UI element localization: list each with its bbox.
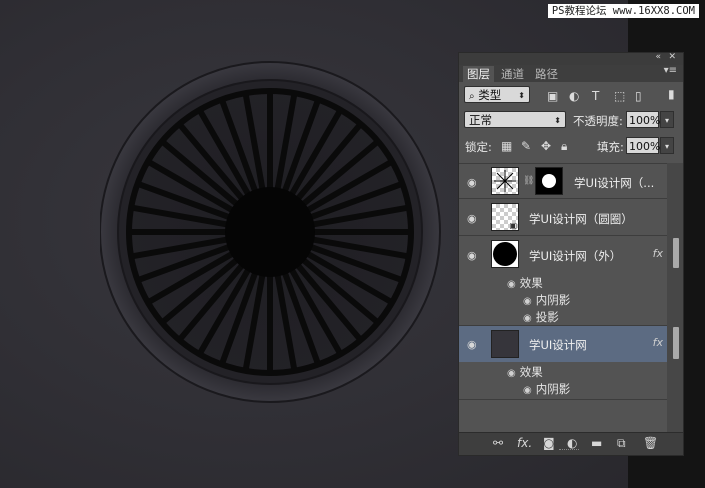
tab-layers[interactable]: 图层 <box>463 66 494 82</box>
layer-name: 学UI设计网 <box>529 338 587 352</box>
mask-circle-icon <box>542 174 556 188</box>
spokes-thumbnail-icon <box>494 170 516 192</box>
effects-row[interactable]: ◉ 效果 <box>507 275 543 291</box>
filter-row: ⌕ 类型 ⬍ ▣ ◐ T ⬚ ▯ ▮ <box>459 86 683 106</box>
layer-name: 学UI设计网（圆圈） <box>529 212 633 226</box>
watermark-text: PS教程论坛 www.16XX8.COM <box>547 4 699 18</box>
blend-mode-value: 正常 <box>469 113 492 127</box>
double-chevron-icon[interactable]: « <box>655 52 661 62</box>
scroll-marker[interactable] <box>673 238 679 268</box>
lock-image-icon[interactable]: ✎ <box>521 139 531 153</box>
opacity-slider-arrow-icon[interactable]: ▾ <box>660 111 674 128</box>
dropdown-arrow-icon: ⬍ <box>518 91 525 100</box>
visibility-eye-icon[interactable]: ◉ <box>523 313 532 324</box>
add-style-fx-icon[interactable]: fx. <box>517 436 532 450</box>
lock-position-icon[interactable]: ✥ <box>541 139 551 153</box>
layer-thumbnail: ▣ <box>491 203 519 231</box>
layer-row[interactable]: ◉ 学UI设计网（外） fx <box>459 235 667 273</box>
scroll-marker[interactable] <box>673 327 679 359</box>
link-layers-icon[interactable]: ⚯ <box>493 436 503 450</box>
blend-row: 正常 ⬍ 不透明度: 100% ▾ <box>459 111 683 131</box>
new-adjustment-icon[interactable]: ◐ <box>567 436 577 450</box>
visibility-eye-icon[interactable]: ◉ <box>507 368 516 379</box>
visibility-eye-icon[interactable]: ◉ <box>467 212 481 225</box>
effect-label: 投影 <box>535 310 559 324</box>
visibility-eye-icon[interactable]: ◉ <box>467 338 481 351</box>
fill-label: 填充: <box>597 140 624 154</box>
fx-icon[interactable]: fx <box>653 247 663 260</box>
fx-icon[interactable]: fx <box>653 336 663 349</box>
effect-inner-shadow[interactable]: ◉ 内阴影 <box>523 381 570 397</box>
blend-mode-dropdown[interactable]: 正常 ⬍ <box>464 111 566 128</box>
filter-kind-label: 类型 <box>478 88 502 102</box>
fill-slider-arrow-icon[interactable]: ▾ <box>660 137 674 154</box>
add-mask-icon[interactable]: ◙ <box>543 436 555 450</box>
dial-artwork <box>100 61 441 403</box>
layer-name: 学UI设计网（... <box>574 176 655 190</box>
panel-titlebar: « ✕ <box>459 52 683 65</box>
hub <box>225 187 315 277</box>
adjustment-filter-icon[interactable]: ◐ <box>569 89 579 103</box>
layer-thumbnail <box>491 240 519 268</box>
chain-link-icon[interactable]: ⛓ <box>523 176 534 186</box>
close-icon[interactable]: ✕ <box>668 52 676 62</box>
effect-drop-shadow[interactable]: ◉ 投影 <box>523 309 559 325</box>
effects-label: 效果 <box>519 276 543 290</box>
visibility-eye-icon[interactable]: ◉ <box>467 176 481 189</box>
new-layer-icon[interactable]: ⧉ <box>617 436 626 451</box>
solid-circle-thumbnail-icon <box>493 242 517 266</box>
visibility-eye-icon[interactable]: ◉ <box>523 296 532 307</box>
text-filter-icon[interactable]: T <box>592 89 599 103</box>
shape-filter-icon[interactable]: ⬚ <box>614 89 625 103</box>
dropdown-arrow-icon: ⬍ <box>554 116 561 125</box>
opacity-label: 不透明度: <box>573 114 623 128</box>
fill-input[interactable]: 100% <box>626 137 660 154</box>
layer-divider <box>459 399 667 400</box>
layer-thumbnail <box>491 330 519 358</box>
lock-all-icon[interactable]: 🔒︎ <box>561 139 567 154</box>
panel-menu-icon[interactable]: ▾≡ <box>664 65 677 76</box>
delete-layer-trash-icon[interactable]: 🗑︎ <box>643 436 658 450</box>
layers-panel: « ✕ 图层 通道 路径 ▾≡ ⌕ 类型 ⬍ ▣ ◐ T ⬚ ▯ ▮ 正常 ⬍ … <box>458 52 684 456</box>
layer-row[interactable]: ◉ ▣ 学UI设计网（圆圈） <box>459 198 667 236</box>
lock-label: 锁定: <box>465 140 492 154</box>
layer-thumbnail <box>491 167 519 195</box>
smart-object-filter-icon[interactable]: ▯ <box>635 89 642 103</box>
layer-name: 学UI设计网（外） <box>529 249 622 263</box>
effect-inner-shadow[interactable]: ◉ 内阴影 <box>523 292 570 308</box>
effects-label: 效果 <box>519 365 543 379</box>
layer-row[interactable]: ◉ ⛓ 学UI设计网（... <box>459 163 667 199</box>
effect-label: 内阴影 <box>535 382 571 396</box>
shape-badge-icon: ▣ <box>509 221 517 230</box>
opacity-input[interactable]: 100% <box>626 111 660 128</box>
resize-grip[interactable] <box>559 449 579 453</box>
new-group-folder-icon[interactable]: ▬ <box>591 436 602 450</box>
tab-paths[interactable]: 路径 <box>531 66 562 82</box>
visibility-eye-icon[interactable]: ◉ <box>467 249 481 262</box>
filter-kind-dropdown[interactable]: ⌕ 类型 ⬍ <box>464 86 530 103</box>
lock-transparency-icon[interactable]: ▦ <box>501 139 512 153</box>
visibility-eye-icon[interactable]: ◉ <box>507 279 516 290</box>
layers-list: ◉ ⛓ 学UI设计网（... ◉ ▣ 学UI设计网（圆圈） ◉ 学UI设计网（外… <box>459 163 683 434</box>
effects-row[interactable]: ◉ 效果 <box>507 364 543 380</box>
search-icon: ⌕ <box>469 91 475 102</box>
lock-row: 锁定: ▦ ✎ ✥ 🔒︎ 填充: 100% ▾ <box>459 137 683 157</box>
effect-label: 内阴影 <box>535 293 571 307</box>
layer-row-selected[interactable]: ◉ 学UI设计网 fx <box>459 325 667 362</box>
image-filter-icon[interactable]: ▣ <box>547 89 558 103</box>
visibility-eye-icon[interactable]: ◉ <box>523 385 532 396</box>
layers-scrollbar[interactable] <box>667 163 683 434</box>
layers-bottom-bar: ⚯ fx. ◙ ◐ ▬ ⧉ 🗑︎ <box>459 432 683 455</box>
panel-tabs: 图层 通道 路径 ▾≡ <box>459 65 683 82</box>
mask-thumbnail[interactable] <box>535 167 563 195</box>
tab-channels[interactable]: 通道 <box>497 66 528 82</box>
filter-toggle-icon[interactable]: ▮ <box>668 87 675 101</box>
